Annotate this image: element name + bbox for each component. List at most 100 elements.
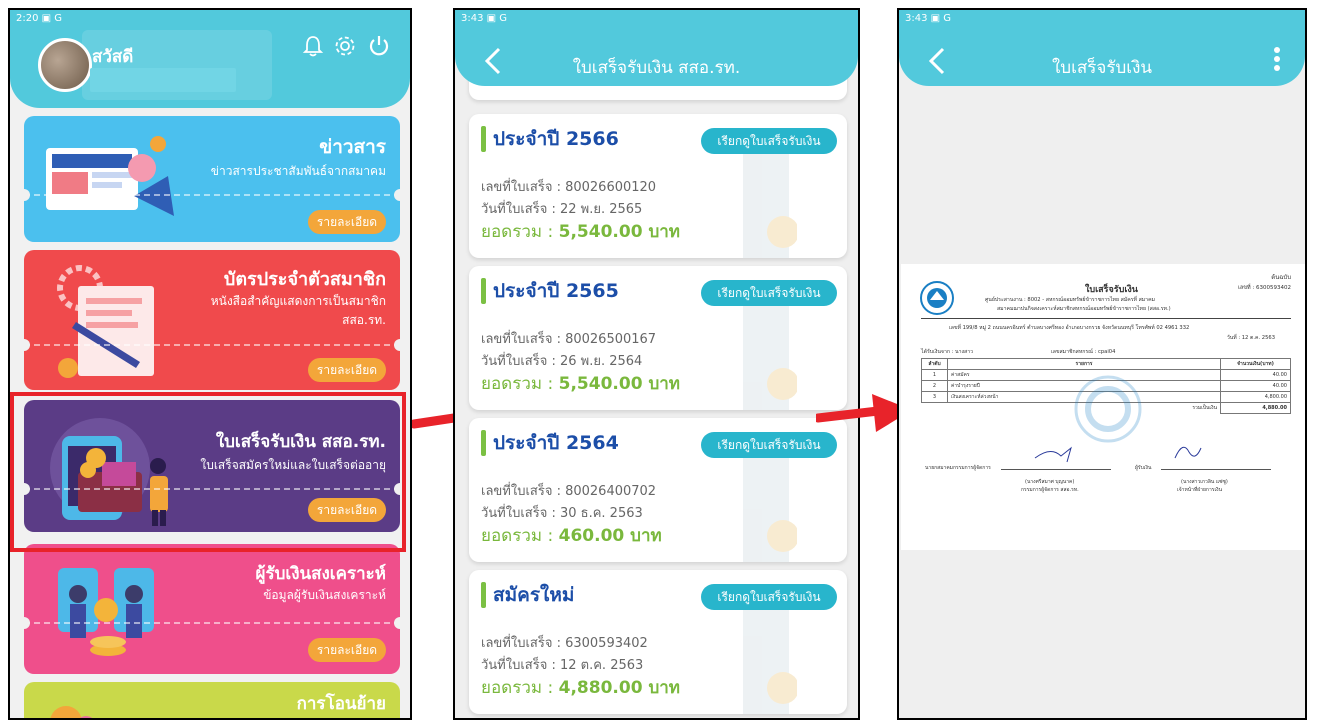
status-time: 3:43	[461, 13, 484, 24]
receipt-item[interactable]: ประจำปี 2565 เรียกดูใบเสร็จรับเงิน เลขที…	[469, 266, 847, 410]
member-card[interactable]: บัตรประจำตัวสมาชิก หนังสือสำคัญแสดงการเป…	[24, 250, 400, 390]
power-icon[interactable]	[366, 34, 392, 60]
detail-button[interactable]: รายละเอียด	[308, 210, 386, 234]
detail-button[interactable]: รายละเอียด	[308, 358, 386, 382]
divider	[24, 344, 400, 346]
signature-right	[1174, 446, 1202, 459]
member-number: เลขสมาชิกสหกรณ์ : cpai04	[1051, 349, 1116, 355]
row-no: 1	[921, 369, 948, 381]
member-card-illustration	[57, 265, 154, 378]
receipt-total: ยอดรวม : 5,540.00 บาท	[481, 218, 680, 245]
doc-heading: ใบเสร็จรับเงิน	[1085, 285, 1138, 295]
total-value: 5,540.00 บาท	[558, 222, 680, 242]
receipt-total: ยอดรวม : 4,880.00 บาท	[481, 674, 680, 701]
notch	[24, 189, 30, 201]
row-no: 3	[921, 391, 948, 403]
sig-right-label: ผู้รับเงิน	[1135, 465, 1152, 471]
total-value: 460.00 บาท	[558, 526, 662, 546]
col-amount: จำนวนเงิน(บาท)	[1220, 358, 1291, 370]
avatar[interactable]	[38, 38, 92, 92]
receipt-date: วันที่ใบเสร็จ : 26 พ.ย. 2564	[481, 354, 643, 369]
greeting-text: สวัสดี	[92, 47, 134, 67]
transfer-card[interactable]: การโอนย้าย	[24, 682, 400, 718]
status-icons: ▣ G	[486, 13, 508, 24]
divider	[24, 194, 400, 196]
signature-left	[1034, 446, 1072, 463]
doc-line1: ศูนย์ประสานงาน : 8002 - สหกรณ์ออมทรัพย์ข…	[985, 297, 1155, 303]
news-card[interactable]: ข่าวสาร ข่าวสารประชาสัมพันธ์จากสมาคม ราย…	[24, 116, 400, 242]
doc-number: เลขที่ : 6300593402	[1238, 285, 1291, 291]
accent-bar	[481, 278, 486, 304]
doc-line2: สมาคมฌาปนกิจสงเคราะห์สมาชิกสหกรณ์ออมทรัพ…	[997, 306, 1171, 312]
status-time: 3:43	[905, 13, 928, 24]
receipt-document: ต้นฉบับ ใบเสร็จรับเงิน เลขที่ : 63005934…	[901, 264, 1305, 550]
status-bar: 3:43 ▣ G	[899, 10, 1305, 32]
total-label: ยอดรวม :	[481, 678, 559, 698]
row-amount: 40.00	[1220, 380, 1291, 392]
page-title: ใบเสร็จรับเงิน สสอ.รท.	[572, 58, 741, 78]
receipt-heading: ประจำปี 2566	[493, 128, 619, 150]
beneficiary-card[interactable]: ผู้รับเงินสงเคราะห์ ข้อมูลผู้รับเงินสงเค…	[24, 544, 400, 674]
receipt-number: เลขที่ใบเสร็จ : 80026400702	[481, 484, 657, 499]
home-screen: 2:20 ▣ G สวัสดี ข่าวสาร ข่าวสารประชาสัมพ…	[8, 8, 412, 720]
sig-right-role: เจ้าหน้าที่ฝ่ายการเงิน	[1177, 487, 1223, 493]
status-icons: ▣ G	[930, 13, 952, 24]
notch	[24, 339, 30, 351]
home-header: 2:20 ▣ G สวัสดี	[10, 10, 410, 108]
sig-left-role: กรรมการผู้จัดการ สสอ.รท.	[1021, 487, 1079, 493]
receipt-heading: ประจำปี 2565	[493, 280, 619, 302]
receipt-watermark-icon	[743, 458, 797, 562]
notch	[394, 189, 400, 201]
card-subtitle: ข่าวสารประชาสัมพันธ์จากสมาคม	[210, 164, 386, 178]
receipt-total: ยอดรวม : 460.00 บาท	[481, 522, 662, 549]
transfer-illustration	[50, 706, 92, 718]
col-item: รายการ	[947, 358, 1221, 370]
view-receipt-button[interactable]: เรียกดูใบเสร็จรับเงิน	[701, 128, 837, 154]
total-label: ยอดรวม :	[481, 526, 559, 546]
beneficiary-illustration	[58, 568, 154, 656]
total-amount: 4,880.00	[1220, 402, 1291, 414]
receipt-item[interactable]: ประจำปี 2564 เรียกดูใบเสร็จรับเงิน เลขที…	[469, 418, 847, 562]
page-title: ใบเสร็จรับเงิน	[1051, 58, 1153, 78]
receipt-list-screen: 3:43 ▣ G ใบเสร็จรับเงิน สสอ.รท. ประจำปี …	[453, 8, 860, 720]
bell-icon[interactable]	[300, 34, 326, 60]
more-options-icon[interactable]	[1273, 46, 1281, 79]
accent-bar	[481, 582, 486, 608]
receipt-watermark-icon	[743, 610, 797, 714]
receipt-watermark-icon	[743, 154, 797, 258]
sig-line	[1161, 469, 1271, 470]
highlight-box	[10, 392, 406, 552]
sig-right-name: (นางสาวเกวลิน แซ่ซู)	[1181, 479, 1228, 485]
view-receipt-button[interactable]: เรียกดูใบเสร็จรับเงิน	[701, 280, 837, 306]
card-title: ข่าวสาร	[319, 136, 386, 158]
notch	[24, 617, 30, 629]
col-no: ลำดับ	[921, 358, 948, 370]
receipt-total: ยอดรวม : 5,540.00 บาท	[481, 370, 680, 397]
receipt-number: เลขที่ใบเสร็จ : 80026500167	[481, 332, 657, 347]
row-no: 2	[921, 380, 948, 392]
status-time: 2:20	[16, 13, 39, 24]
receipt-date: วันที่ใบเสร็จ : 30 ธ.ค. 2563	[481, 506, 643, 521]
receipt-date: วันที่ใบเสร็จ : 12 ต.ค. 2563	[481, 658, 644, 673]
notch	[394, 617, 400, 629]
accent-bar	[481, 126, 486, 152]
receipt-item[interactable]: ประจำปี 2566 เรียกดูใบเสร็จรับเงิน เลขที…	[469, 114, 847, 258]
receipt-heading: สมัครใหม่	[493, 584, 575, 606]
doc-date: วันที่ : 12 ต.ค. 2563	[1226, 335, 1275, 341]
detail-button[interactable]: รายละเอียด	[308, 638, 386, 662]
receipt-detail-screen: 3:43 ▣ G ใบเสร็จรับเงิน ต้นฉบับ ใบเสร็จร…	[897, 8, 1307, 720]
receipt-heading: ประจำปี 2564	[493, 432, 619, 454]
gear-icon[interactable]	[332, 34, 358, 60]
card-title: ผู้รับเงินสงเคราะห์	[255, 564, 387, 584]
table-header: ลำดับ รายการ จำนวนเงิน(บาท)	[921, 358, 1291, 370]
user-name-field	[90, 68, 236, 92]
detail-header: 3:43 ▣ G ใบเสร็จรับเงิน	[899, 10, 1305, 86]
view-receipt-button[interactable]: เรียกดูใบเสร็จรับเงิน	[701, 584, 837, 610]
total-value: 4,880.00 บาท	[558, 678, 680, 698]
divider	[24, 622, 400, 624]
sig-left-label: นายกสมาคมกรรมการผู้จัดการ	[925, 465, 991, 471]
original-label: ต้นฉบับ	[1271, 274, 1291, 281]
list-header: 3:43 ▣ G ใบเสร็จรับเงิน สสอ.รท.	[455, 10, 858, 86]
receipt-item[interactable]: สมัครใหม่ เรียกดูใบเสร็จรับเงิน เลขที่ใบ…	[469, 570, 847, 714]
card-subtitle: หนังสือสำคัญแสดงการเป็นสมาชิก สสอ.รท.	[210, 294, 386, 327]
